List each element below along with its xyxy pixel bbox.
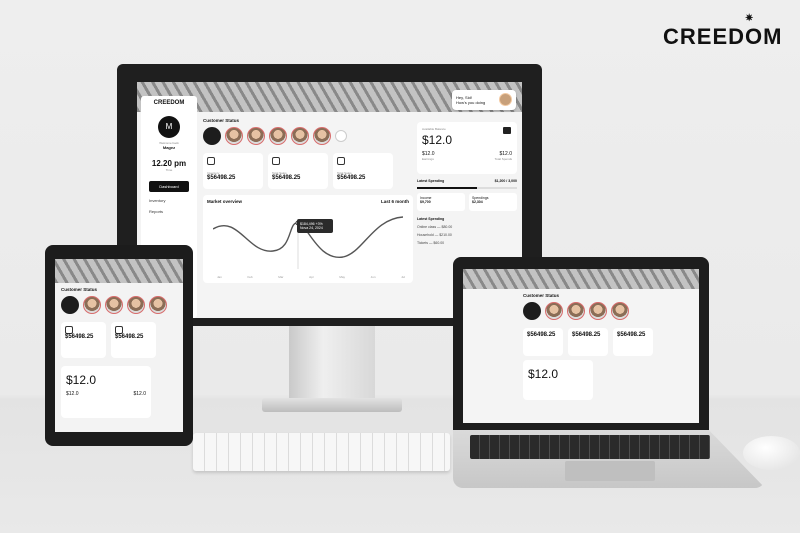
nav-inventory-link[interactable]: Inventory [141,198,197,203]
customer-avatar[interactable] [203,127,221,145]
customer-avatar[interactable] [83,296,101,314]
monitor-stand [289,326,375,400]
section-title: Customer Status [203,118,240,123]
x-label: Mar [278,275,284,279]
trackpad [565,461,655,481]
balance-label: Available Balance [422,127,446,131]
spending-progress [417,187,517,189]
spends-label: Total Spends [494,157,512,161]
laptop: Customer Status $56498.25 $56498.25 $56498… [453,257,709,431]
latest-title: Latest Spending [417,179,445,183]
x-label: Feb [247,275,253,279]
box-icon [272,157,280,165]
x-label: Jun [370,275,376,279]
mouse [743,436,800,470]
stat-value: $56498.25 [207,175,236,181]
banner [55,259,183,283]
customer-avatar[interactable] [313,127,331,145]
latest-range: $1,200 / 3,000 [494,179,517,183]
desk-keyboard [193,433,450,471]
laptop-screen: Customer Status $56498.25 $56498.25 $56498… [463,269,699,423]
spendings-card: Spendings $2,304 [469,193,517,211]
stat-value: $56498.25 [272,175,301,181]
balance-card: Available Balance $12.0 $12.0 $12.0 Earni… [417,122,517,174]
stat-card[interactable]: Inventory $56498.25 [203,153,263,189]
tooltip-date: Nova 24, 2024 [300,226,323,230]
banner [463,269,699,289]
customer-avatar[interactable] [61,296,79,314]
tablet: Customer Status $56498.25 $56498.25 $12.0… [45,245,193,446]
balance-card: $12.0 $12.0 $12.0 [61,366,151,418]
list-item[interactable]: Online class — $80.00 [417,225,517,229]
list-title: Latest Spending [417,217,445,221]
earnings-label: Earnings [422,157,434,161]
x-label: Apr [309,275,314,279]
stat-card[interactable]: $56498.25 [61,322,106,358]
box-icon [337,157,345,165]
mini-value: $9,700 [420,200,431,204]
stat-card[interactable]: $56498.25 [111,322,156,358]
card-icon [503,127,511,134]
range-select[interactable]: Last 6 month [381,199,409,204]
laptop-keyboard [470,435,710,459]
x-label: May [339,275,346,279]
list-item[interactable]: Tickets — $60.00 [417,241,517,245]
greeting-card: Hey, Sid! How's you doing [452,90,516,110]
tablet-main: Customer Status $56498.25 $56498.25 $12.0… [61,287,179,432]
profile-avatar[interactable]: M [158,116,180,138]
profile-name: Magez [162,145,176,150]
sidebar-logo: CREEDOM [153,100,185,106]
stat-card[interactable]: Total Sales $56498.25 [268,153,328,189]
customer-avatars [203,127,413,145]
customer-avatar[interactable] [269,127,287,145]
avatar[interactable] [499,93,512,106]
customer-avatar[interactable] [149,296,167,314]
x-axis: Jan Feb Mar Apr May Jun Jul [217,275,405,279]
chart-line [213,216,403,269]
customer-avatar[interactable] [291,127,309,145]
monitor-base [262,398,402,412]
stat-value: $56498.25 [337,175,366,181]
time-label: Time [165,168,173,172]
tablet-screen: Customer Status $56498.25 $56498.25 $12.0… [55,259,183,432]
section-title: Customer Status [523,293,560,298]
income-card: Income $9,700 [417,193,465,211]
customer-avatar[interactable] [225,127,243,145]
balance-value: $12.0 [422,133,453,147]
chart-title: Market overview [207,199,243,204]
nav-dashboard-button[interactable]: Dashboard [149,181,189,192]
x-label: Jul [401,275,405,279]
laptop-main: Customer Status $56498.25 $56498.25 $56498… [523,293,693,423]
brand-logo: CREEDOM ✷ [663,13,783,49]
stat-card[interactable]: Total Sales $56498.25 [333,153,393,189]
stat-cards: Inventory $56498.25 Total Sales $56498.25 … [203,153,413,189]
customer-avatar[interactable] [247,127,265,145]
mini-value: $2,304 [472,200,483,204]
time-display: 12.20 pm [151,159,187,168]
list-item[interactable]: Household — $210.00 [417,233,517,237]
market-chart: Market overview Last 6 month $184,496 +3%… [203,195,413,283]
x-label: Jan [217,275,222,279]
spending-list: Latest Spending Online class — $80.00 Ho… [417,217,517,245]
add-customer-button[interactable] [335,130,347,142]
chart-tooltip: $184,496 +3% Nova 24, 2024 [297,219,333,233]
nav-reports-link[interactable]: Reports [141,209,197,214]
customer-avatar[interactable] [105,296,123,314]
main-content: Customer Status Inventory $56498.25 Total… [203,118,413,318]
customer-avatar[interactable] [127,296,145,314]
box-icon [207,157,215,165]
section-title: Customer Status [61,287,98,292]
